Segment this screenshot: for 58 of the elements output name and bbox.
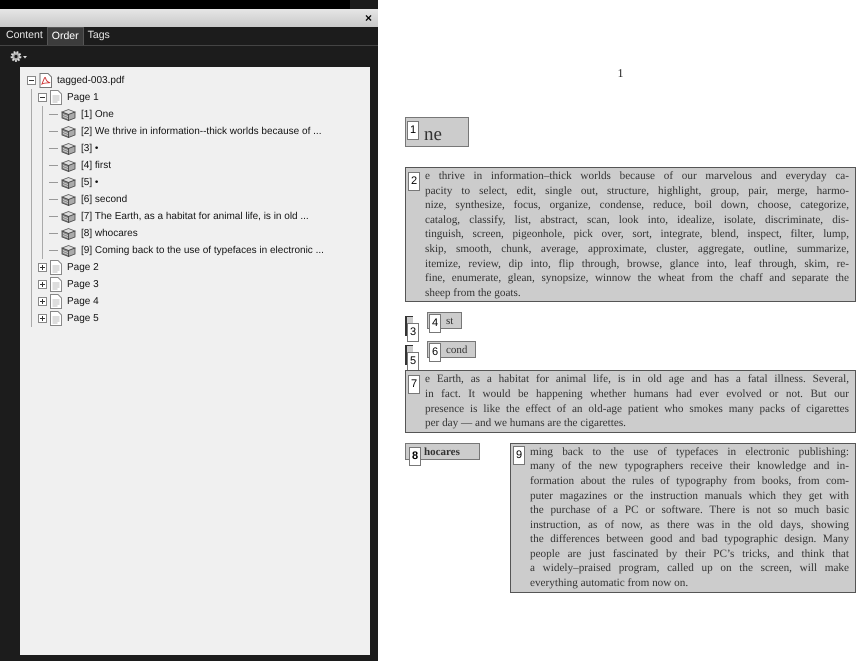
tree-item-label[interactable]: [2] We thrive in information--thick worlds because of ... [81, 124, 322, 139]
pdf-file-icon [39, 73, 52, 88]
collapse-toggle[interactable] [38, 93, 47, 102]
box-icon [61, 176, 76, 188]
page-icon [50, 277, 62, 292]
tree-item-label[interactable]: [8] whocares [81, 226, 138, 241]
page-icon [50, 90, 62, 105]
expand-toggle[interactable] [38, 280, 47, 289]
box-icon [61, 108, 76, 120]
box-icon [61, 244, 76, 256]
page-icon [50, 294, 62, 309]
tree-item-label[interactable]: [4] first [81, 158, 112, 173]
tree-item-label[interactable]: [7] The Earth, as a habitat for animal life, is in old ... [81, 209, 309, 224]
tree-item-label[interactable]: tagged-003.pdf [57, 73, 124, 88]
paragraph: e thrive in information–thick worlds because of our marvelous and everyday ca- pacity to select, edit, single out, structure, highlight, group, pair, merge, harmo- nize, synthesize, focus, organize, condense, reduce, boil down, choose, categorize, catalog, classify, list, abstract, scan, look into, idealize, isolate, discriminate, dis- tinguish, screen, pigeonhole, pick over, sort, integrate, blend, inspect, filter, lump, skip, smooth, chunk, average, approximate, cluster, aggregate, outline, summarize, itemize, review, dip into, flip through, browse, glance into, leaf through, skim, re- fine, enumerate, glean, synopsize, winnow the wheat from the chaff and separate the sheep from the goats. [425, 169, 849, 300]
tab[interactable]: Tags [84, 27, 114, 45]
box-icon [61, 210, 76, 222]
tree-item-label[interactable]: [9] Coming back to the use of typefaces in electronic ... [81, 243, 324, 258]
page-icon [50, 311, 62, 326]
expand-toggle[interactable] [38, 297, 47, 306]
order-number: 6 [429, 343, 442, 362]
expand-toggle[interactable] [38, 263, 47, 272]
expand-toggle[interactable] [38, 314, 47, 323]
tree-item-label[interactable]: Page 1 [67, 90, 99, 105]
order-number: 5 [407, 352, 420, 372]
order-number: 1 [407, 121, 420, 140]
tab[interactable]: Content [2, 27, 47, 45]
paragraph: e Earth, as a habitat for animal life, is in old age and has a fatal illness. Several, in fact. It would be happening whether humans had ever evolved or not. But our presence is like the effect of an old-age patient who smokes many packs of cigarettes per day — and we humans are the cigarettes. [425, 372, 849, 431]
region-text: cond [446, 344, 468, 356]
collapse-toggle[interactable] [27, 76, 36, 85]
order-number: 3 [407, 323, 420, 342]
order-number: 4 [429, 314, 442, 334]
order-number: 2 [408, 172, 420, 191]
heading-text: ne [424, 124, 442, 145]
page-icon [50, 260, 62, 275]
tree-item-label[interactable]: Page 2 [67, 260, 99, 275]
region-text: hocares [424, 446, 460, 458]
tree-item-label[interactable]: Page 3 [67, 277, 99, 292]
tree-item-label[interactable]: Page 5 [67, 311, 99, 326]
tree-item-label[interactable]: Page 4 [67, 294, 99, 309]
region-text: st [446, 315, 454, 328]
settings-icon[interactable] [9, 50, 28, 63]
close-button[interactable]: × [364, 12, 372, 24]
paragraph: ming back to the use of typefaces in electronic publishing: many of the new typographers receive their knowledge and in- formation about the rules of typography from books, from com- puter magazines or the instruction manuals which they get with the purchase of a PC or software. There is not so much basic instruction, as of now, as there was in the old days, showing the differences between good and bad typographic design. Many people are just fascinated by their PC’s tricks, and think that a widely–praised program, called up on the screen, will make everything automatic from now on. [530, 444, 849, 591]
order-number: 9 [513, 446, 526, 465]
box-icon [61, 126, 76, 138]
tree-item-label[interactable]: [6] second [81, 192, 128, 207]
tab[interactable]: Order [46, 27, 84, 45]
box-icon [61, 228, 76, 240]
tree-item-label[interactable]: [3] • [81, 141, 98, 156]
order-number: 7 [408, 375, 420, 394]
page-number: 1 [618, 65, 624, 82]
box-icon [61, 160, 76, 172]
tree-item-label[interactable]: [1] One [81, 107, 114, 122]
box-icon [61, 142, 76, 154]
order-number: 8 [409, 446, 422, 466]
tree-item-label[interactable]: [5] • [81, 175, 98, 190]
box-icon [61, 194, 76, 206]
